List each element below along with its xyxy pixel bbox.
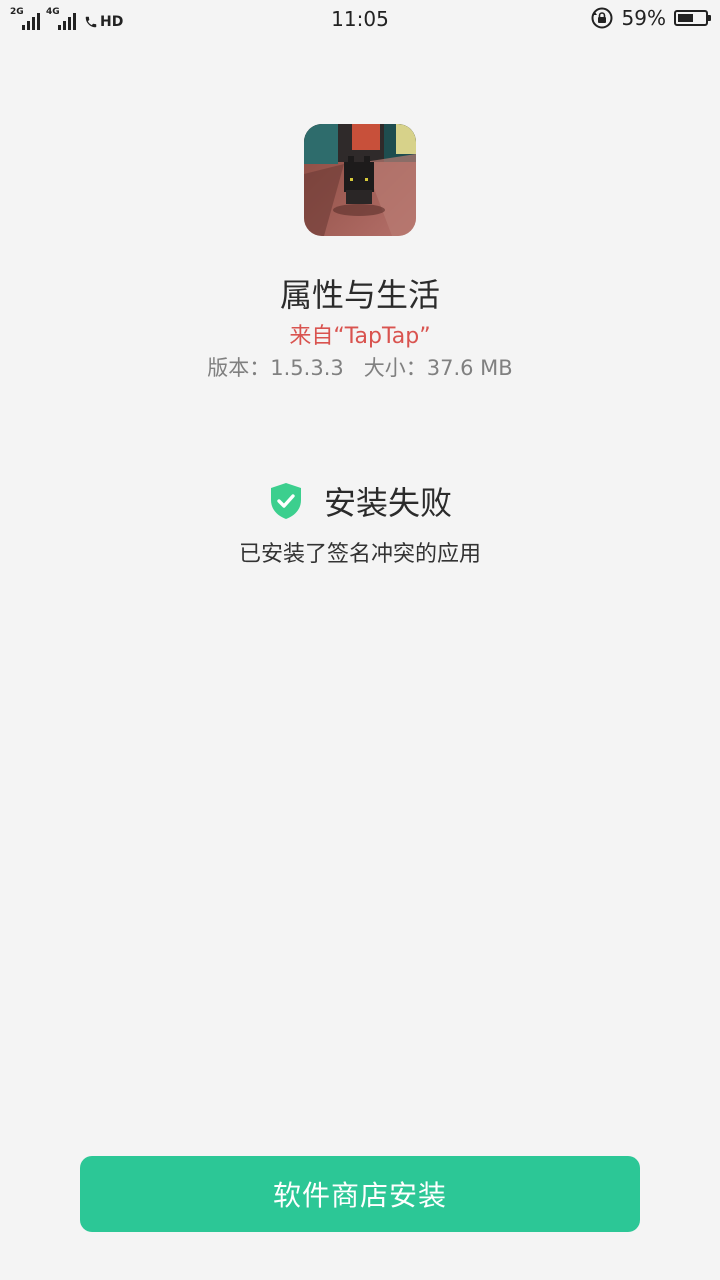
- app-name: 属性与生活: [279, 276, 440, 314]
- app-source: 来自“TapTap”: [289, 324, 431, 349]
- result-title: 安装失败: [323, 484, 452, 522]
- battery-icon: [674, 10, 711, 26]
- app-artwork-icon: [304, 124, 416, 236]
- app-meta: 版本：1.5.3.3 大小：37.6 MB: [0, 352, 720, 382]
- store-install-button[interactable]: 软件商店安装: [80, 1156, 640, 1232]
- app-version: 版本：1.5.3.3: [207, 356, 344, 380]
- rotation-lock-icon: [591, 7, 613, 29]
- result-reason: 已安装了签名冲突的应用: [238, 542, 481, 567]
- battery-fill: [678, 14, 693, 22]
- status-bar: 2G 4G HD 11:05 59%: [0, 0, 720, 36]
- battery-percent: 59%: [621, 6, 666, 30]
- shield-check-icon: [270, 483, 301, 519]
- install-result: 安装失败: [0, 478, 720, 524]
- app-icon: [304, 124, 416, 236]
- status-right: 59%: [590, 6, 711, 30]
- app-size: 大小：37.6 MB: [363, 356, 513, 380]
